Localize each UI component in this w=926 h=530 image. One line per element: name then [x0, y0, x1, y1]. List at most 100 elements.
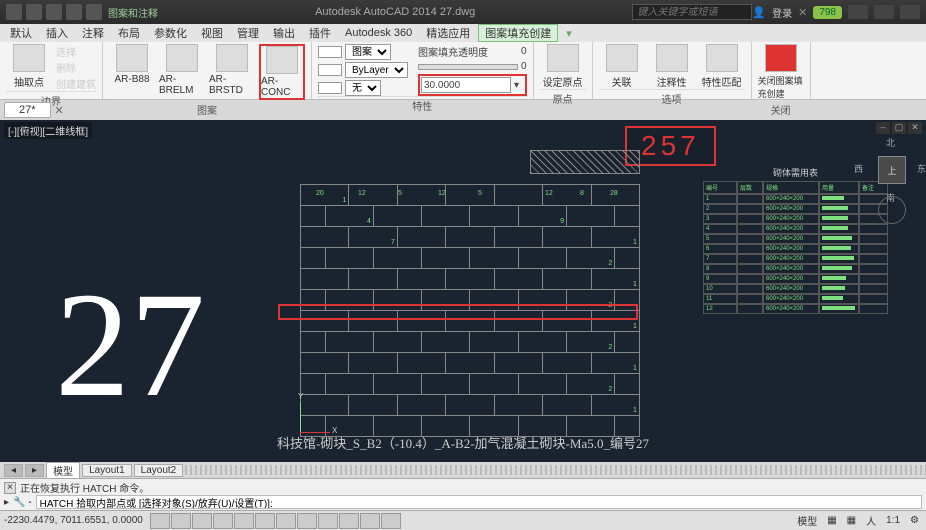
tab-hatch-creation[interactable]: 图案填充创建	[478, 24, 558, 42]
status-layout-icon[interactable]: ▦	[844, 515, 859, 526]
tab-layout2[interactable]: Layout2	[134, 464, 184, 477]
file-tab-27[interactable]: 27*	[4, 102, 51, 118]
tab-featured[interactable]: 精选应用	[420, 25, 476, 41]
panel-properties: 图案 ByLayer 无 图案填充透明度0 0 30.0000▾ 特性	[312, 42, 534, 99]
close-button[interactable]	[900, 5, 920, 19]
pattern-ar-conc[interactable]: AR-CONC	[259, 44, 305, 100]
pattern-ar-brstd[interactable]: AR-BRSTD	[209, 44, 255, 96]
tab-annotate[interactable]: 注释	[76, 25, 110, 41]
cmd-chevron-icon[interactable]: ▸	[4, 497, 9, 508]
tpy-toggle[interactable]	[339, 513, 359, 529]
select-option[interactable]: 选择	[56, 44, 96, 59]
close-hatch-button[interactable]: 关闭图案填充创建	[758, 44, 804, 100]
qat-open-icon[interactable]	[26, 4, 42, 20]
set-origin-button[interactable]: 设定原点	[540, 44, 586, 89]
remove-option[interactable]: 删除	[56, 60, 96, 75]
dim-label: 5	[478, 190, 482, 197]
notification-badge[interactable]: 798	[813, 6, 842, 19]
pattern-ar-brelm[interactable]: AR-BRELM	[159, 44, 205, 96]
tab-view[interactable]: 视图	[195, 25, 229, 41]
dim-label: 5	[398, 190, 402, 197]
vp-close-icon[interactable]: ✕	[908, 122, 922, 134]
tab-insert[interactable]: 插入	[40, 25, 74, 41]
pattern-type-select[interactable]: 图案	[345, 44, 391, 60]
window-title: Autodesk AutoCAD 2014 27.dwg	[158, 6, 632, 18]
color-swatch-icon	[318, 64, 342, 76]
command-input[interactable]	[36, 495, 922, 509]
status-anno-icon[interactable]: 人	[863, 513, 879, 528]
match-props-button[interactable]: 特性匹配	[699, 44, 745, 89]
pattern-ar-b88[interactable]: AR-B88	[109, 44, 155, 85]
maximize-button[interactable]	[874, 5, 894, 19]
match-icon	[706, 44, 738, 72]
qat-undo-icon[interactable]	[66, 4, 82, 20]
lwt-toggle[interactable]	[318, 513, 338, 529]
dropdown-icon[interactable]: ▾	[514, 80, 519, 91]
hatch-icon	[266, 46, 298, 74]
vp-min-icon[interactable]: –	[876, 122, 890, 134]
qat-redo-icon[interactable]	[86, 4, 102, 20]
qat[interactable]	[6, 4, 102, 20]
tab-default[interactable]: 默认	[4, 25, 38, 41]
title-bar: 图案和注释 Autodesk AutoCAD 2014 27.dwg 👤 登录 …	[0, 0, 926, 24]
nav-wheel-icon[interactable]	[878, 196, 906, 224]
bg-select[interactable]: 无	[345, 80, 381, 96]
table-row: 3600×240×200	[703, 214, 888, 224]
app-icon[interactable]	[6, 4, 22, 20]
ribbon-tabs: 默认 插入 注释 布局 参数化 视图 管理 输出 插件 Autodesk 360…	[0, 24, 926, 42]
viewport-label[interactable]: [-][俯视][二维线框]	[4, 122, 92, 139]
grid-toggle[interactable]	[171, 513, 191, 529]
drawing-canvas[interactable]: [-][俯视][二维线框] – ▢ ✕ 27 257 1 49 71 2 1 2…	[0, 120, 926, 462]
angle-slider[interactable]	[418, 64, 518, 70]
minimize-button[interactable]	[848, 5, 868, 19]
drawing-caption: 科技馆-砌块_S_B2（-10.4）_A-B2-加气混凝土砌块-Ma5.0_编号…	[0, 433, 926, 452]
tab-model[interactable]: 模型	[46, 462, 80, 479]
space-label[interactable]: 模型	[794, 513, 820, 528]
ortho-toggle[interactable]	[192, 513, 212, 529]
workspace-label[interactable]: 图案和注释	[108, 5, 158, 20]
user-icon[interactable]: 👤	[752, 6, 766, 19]
tab-parametric[interactable]: 参数化	[148, 25, 193, 41]
snap-toggle[interactable]	[150, 513, 170, 529]
ducs-toggle[interactable]	[276, 513, 296, 529]
dim-label: 12	[358, 190, 366, 197]
viewport-controls: – ▢ ✕	[876, 122, 922, 134]
tab-more-icon[interactable]: ▾	[560, 27, 578, 40]
tab-layout[interactable]: 布局	[112, 25, 146, 41]
recreate-option[interactable]: 创建建筑	[56, 76, 96, 91]
new-tab-icon[interactable]: ✕	[55, 104, 64, 117]
user-label[interactable]: 登录	[772, 5, 792, 20]
scale-input[interactable]: 30.0000	[421, 77, 511, 93]
watermark-number: 27	[55, 270, 205, 420]
associative-button[interactable]: 关联	[599, 44, 645, 89]
help-search-input[interactable]	[632, 4, 752, 20]
annotative-button[interactable]: 注释性	[649, 44, 695, 89]
table-row: 6600×240×200	[703, 244, 888, 254]
osnap-toggle[interactable]	[234, 513, 254, 529]
status-gear-icon[interactable]: ⚙	[907, 515, 922, 526]
tab-layout1[interactable]: Layout1	[82, 464, 132, 477]
compass-n: 北	[886, 136, 895, 149]
compass-e: 东	[917, 162, 926, 175]
polar-toggle[interactable]	[213, 513, 233, 529]
pick-points-button[interactable]: 抽取点	[6, 44, 52, 89]
tab-output[interactable]: 输出	[267, 25, 301, 41]
qp-toggle[interactable]	[360, 513, 380, 529]
dyn-toggle[interactable]	[297, 513, 317, 529]
exchange-icon[interactable]: ✕	[798, 6, 807, 19]
tab-a360[interactable]: Autodesk 360	[339, 27, 418, 39]
tab-manage[interactable]: 管理	[231, 25, 265, 41]
qat-save-icon[interactable]	[46, 4, 62, 20]
otrack-toggle[interactable]	[255, 513, 275, 529]
status-toggles	[150, 513, 401, 529]
status-scale[interactable]: 1:1	[883, 515, 903, 526]
tab-plugins[interactable]: 插件	[303, 25, 337, 41]
cmd-close-icon[interactable]: ×	[4, 482, 16, 494]
status-grid-icon[interactable]: ▦	[824, 515, 839, 526]
coordinates: -2230.4479, 7011.6551, 0.0000	[4, 515, 144, 526]
hatch-icon	[216, 44, 248, 72]
vp-max-icon[interactable]: ▢	[892, 122, 906, 134]
sc-toggle[interactable]	[381, 513, 401, 529]
view-cube[interactable]: 上	[878, 156, 906, 184]
color-select[interactable]: ByLayer	[345, 62, 408, 78]
